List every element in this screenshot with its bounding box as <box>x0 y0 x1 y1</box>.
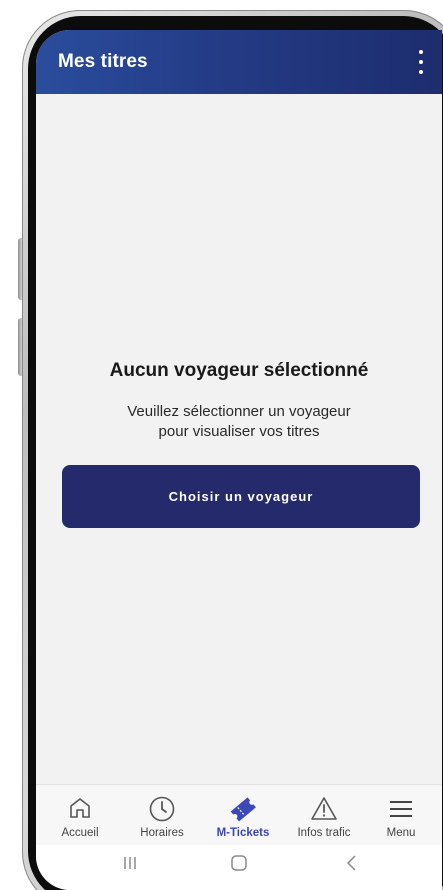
nav-item-horaires[interactable]: Horaires <box>122 785 202 845</box>
recents-icon[interactable] <box>120 853 140 873</box>
page: Mes titres Aucun voyageur sélectionné Ve… <box>0 0 443 890</box>
home-icon <box>40 795 120 823</box>
more-vertical-icon[interactable] <box>416 50 426 74</box>
clock-icon <box>122 795 202 823</box>
nav-label: Infos trafic <box>297 827 351 839</box>
hamburger-icon <box>361 795 441 823</box>
nav-item-menu[interactable]: Menu <box>361 785 441 845</box>
nav-item-accueil[interactable]: Accueil <box>40 785 120 845</box>
nav-label: Accueil <box>61 827 99 839</box>
empty-state-title: Aucun voyageur sélectionné <box>109 360 369 381</box>
back-icon[interactable] <box>342 853 362 873</box>
system-navigation-bar <box>36 845 442 890</box>
nav-item-m-tickets[interactable]: M-Tickets <box>203 785 283 845</box>
ticket-icon <box>203 795 283 823</box>
kebab-dot <box>419 50 423 54</box>
warning-icon <box>284 795 364 823</box>
app-bar: Mes titres <box>36 30 442 94</box>
nav-label: M-Tickets <box>216 827 270 839</box>
kebab-dot <box>419 70 423 74</box>
system-home-icon[interactable] <box>229 853 249 873</box>
empty-state-line-1: Veuillez sélectionner un voyageur <box>127 403 351 420</box>
page-title: Mes titres <box>58 51 148 72</box>
empty-state-line-2: pour visualiser vos titres <box>158 423 320 440</box>
kebab-dot <box>419 60 423 64</box>
choose-traveler-button[interactable]: Choisir un voyageur <box>62 465 420 528</box>
empty-state-message: Veuillez sélectionner un voyageur pour v… <box>36 402 442 442</box>
phone-screen: Mes titres Aucun voyageur sélectionné Ve… <box>36 30 442 890</box>
nav-label: Horaires <box>140 827 184 839</box>
bottom-navigation: Accueil Horaires M-Tickets Infos trafic … <box>36 784 442 845</box>
nav-item-infos-trafic[interactable]: Infos trafic <box>284 785 364 845</box>
nav-label: Menu <box>386 827 416 839</box>
